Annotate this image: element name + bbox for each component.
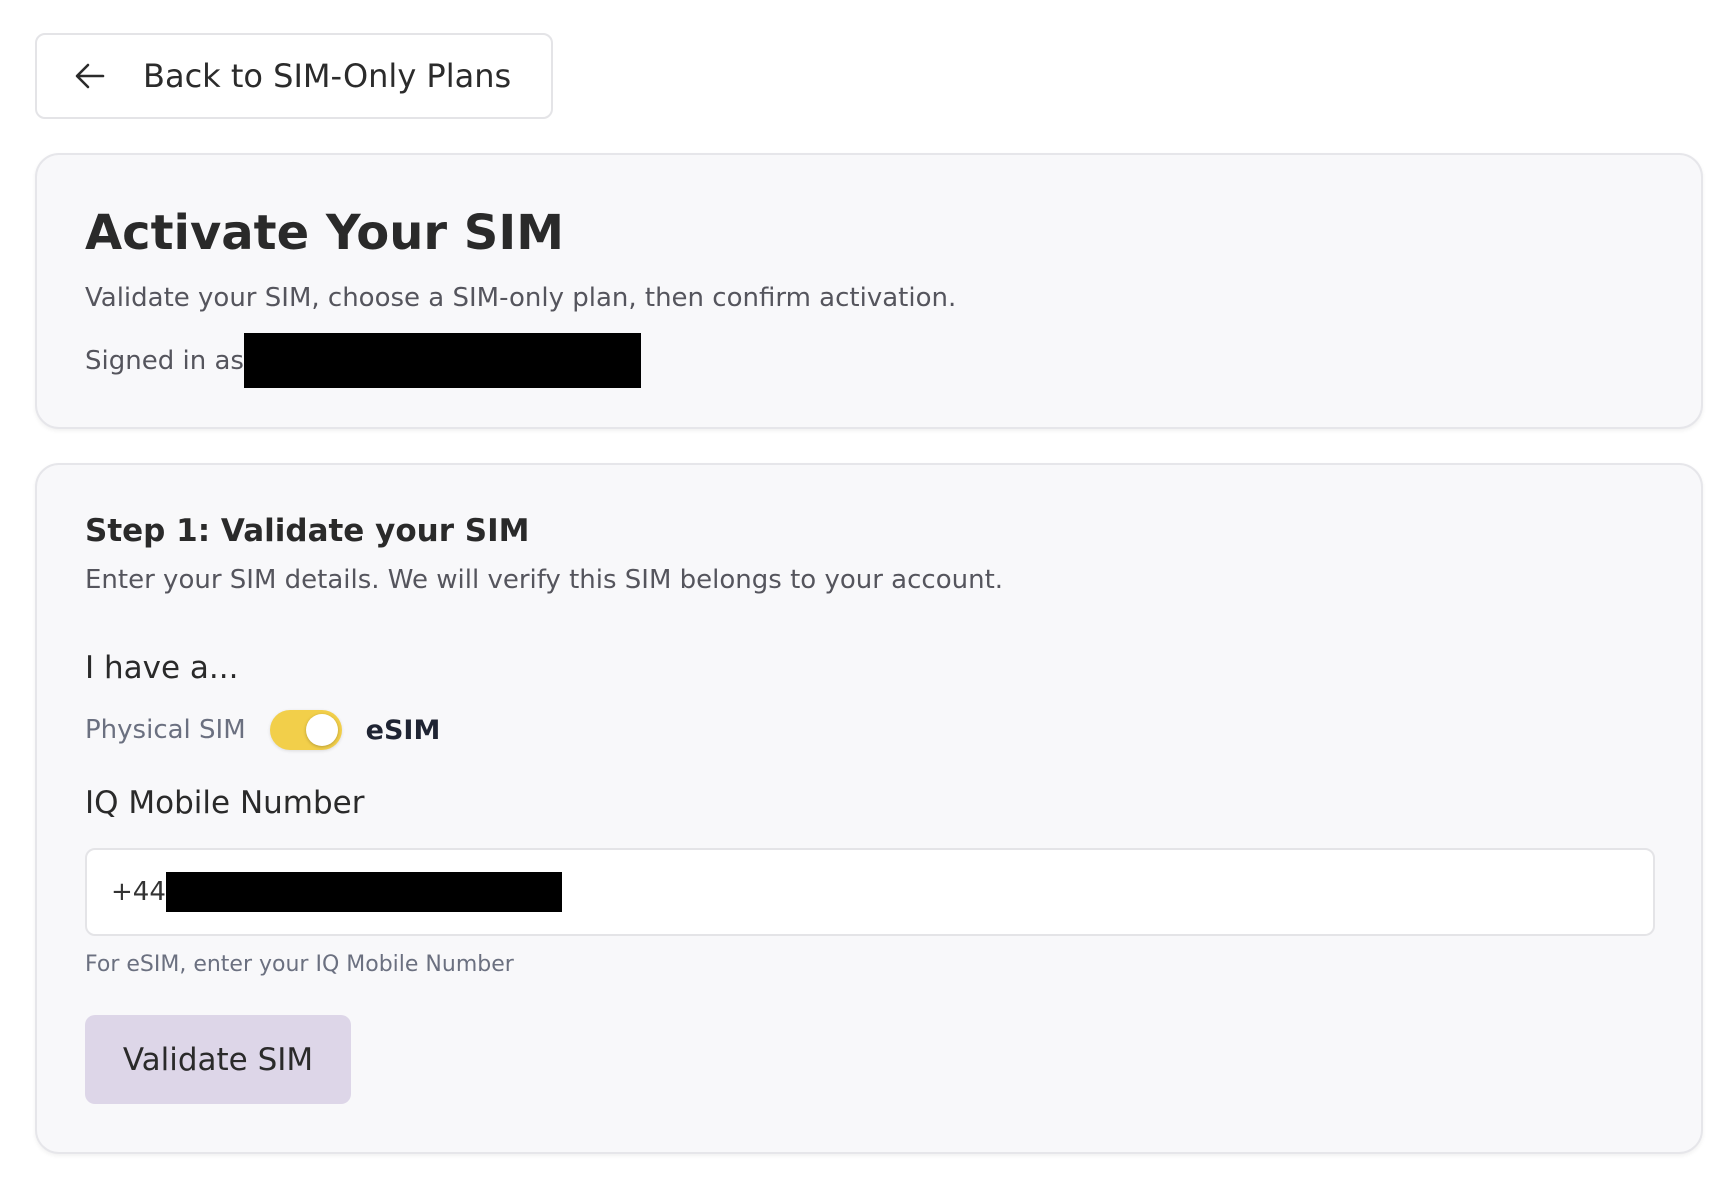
back-button-label: Back to SIM-Only Plans	[143, 57, 512, 95]
validate-sim-button[interactable]: Validate SIM	[85, 1015, 351, 1104]
redacted-account-email	[243, 333, 641, 388]
esim-option[interactable]: eSIM	[366, 715, 441, 746]
signed-in-label: Signed in as	[85, 345, 244, 376]
arrow-left-icon	[73, 59, 107, 93]
page-subtitle: Validate your SIM, choose a SIM-only pla…	[85, 283, 957, 313]
page-title: Activate Your SIM	[85, 205, 564, 261]
sim-type-label: I have a...	[85, 650, 239, 686]
step1-title: Step 1: Validate your SIM	[85, 513, 530, 549]
back-to-plans-button[interactable]: Back to SIM-Only Plans	[35, 33, 553, 119]
step1-description: Enter your SIM details. We will verify t…	[85, 565, 1004, 595]
mobile-number-label: IQ Mobile Number	[85, 785, 365, 821]
mobile-number-prefix: +44	[111, 877, 166, 907]
physical-sim-option[interactable]: Physical SIM	[85, 715, 246, 745]
activate-sim-page: Back to SIM-Only Plans Activate Your SIM…	[0, 0, 1736, 1180]
mobile-number-helper: For eSIM, enter your IQ Mobile Number	[85, 952, 514, 977]
sim-type-switch[interactable]	[269, 710, 342, 750]
step1-validate-card: Step 1: Validate your SIM Enter your SIM…	[35, 463, 1703, 1154]
mobile-number-input[interactable]: +44	[85, 848, 1655, 936]
signed-in-info: Signed in as	[85, 333, 641, 388]
activation-header-card: Activate Your SIM Validate your SIM, cho…	[35, 153, 1703, 429]
switch-knob	[305, 714, 338, 746]
sim-type-toggle-row: Physical SIM eSIM	[85, 710, 440, 750]
redacted-mobile-number	[165, 872, 562, 912]
